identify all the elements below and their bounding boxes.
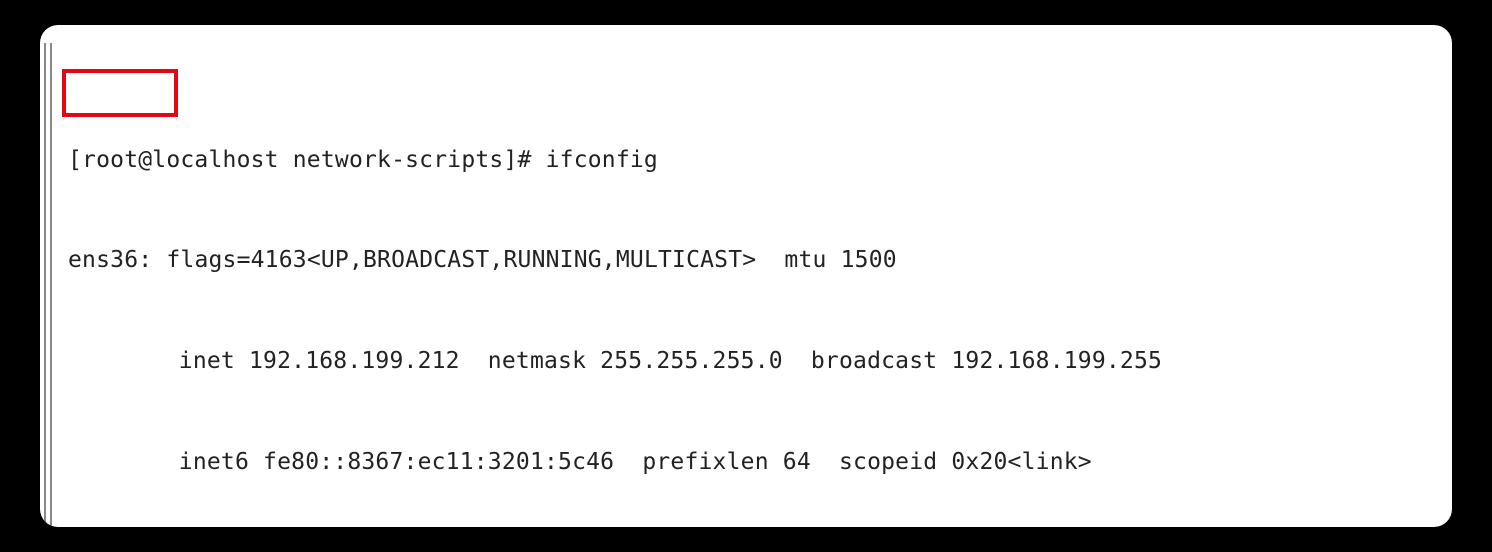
interface-header-ens36: ens36: flags=4163<UP,BROADCAST,RUNNING,M… <box>68 244 1424 278</box>
highlight-annotation <box>62 69 178 117</box>
interface-flags-ens36: flags=4163<UP,BROADCAST,RUNNING,MULTICAS… <box>152 247 897 273</box>
output-line: inet6 fe80::8367:ec11:3201:5c46 prefixle… <box>68 446 1424 480</box>
scrollbar[interactable] <box>44 43 52 527</box>
terminal-output: [root@localhost network-scripts]# ifconf… <box>68 43 1424 527</box>
terminal-window: [root@localhost network-scripts]# ifconf… <box>40 25 1452 527</box>
prompt-line: [root@localhost network-scripts]# ifconf… <box>68 144 1424 178</box>
interface-name-ens36: ens36: <box>68 247 152 273</box>
output-line: inet 192.168.199.212 netmask 255.255.255… <box>68 345 1424 379</box>
